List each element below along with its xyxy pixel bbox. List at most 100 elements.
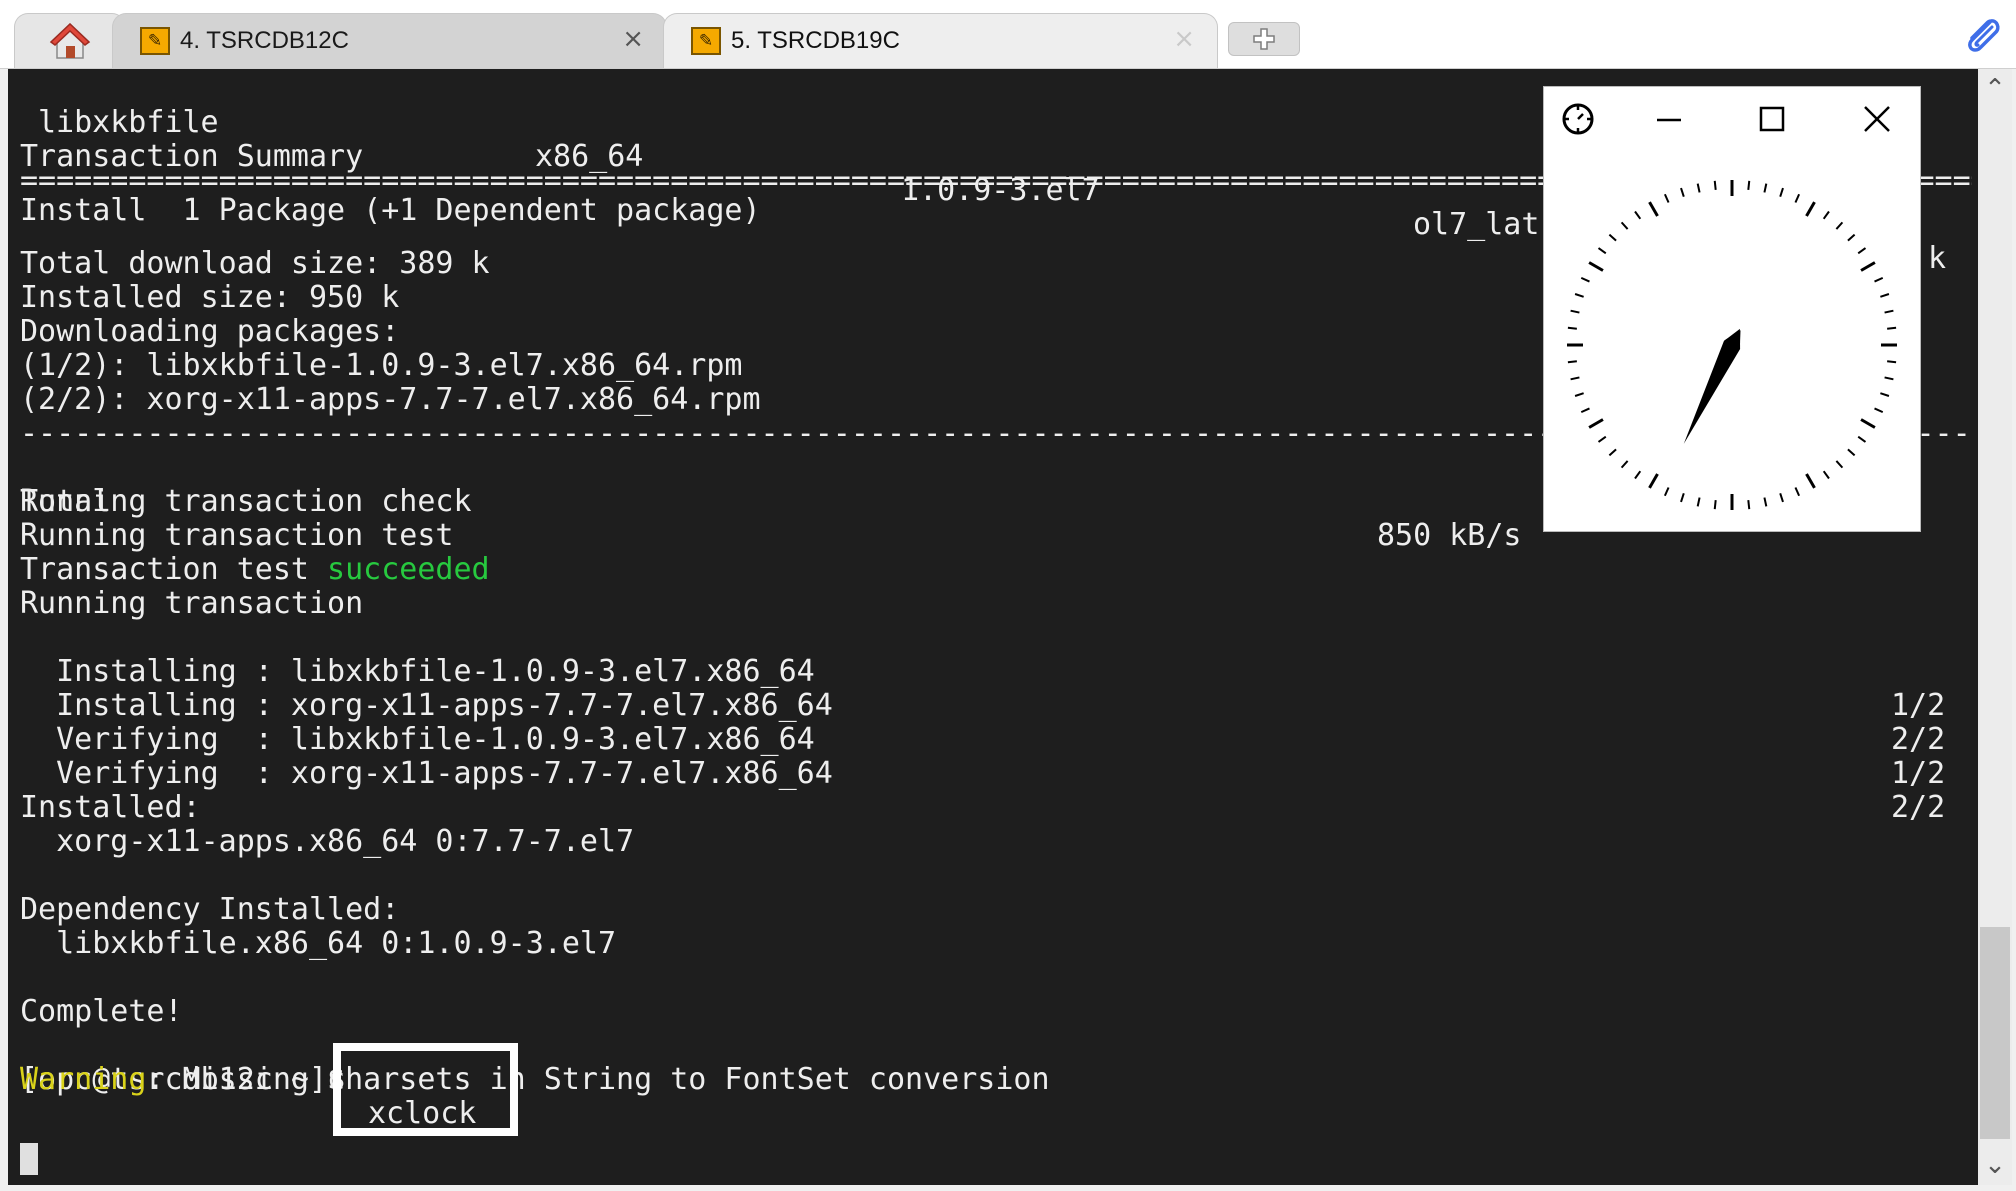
clock-tick bbox=[1580, 407, 1590, 414]
close-icon[interactable] bbox=[1855, 97, 1899, 141]
clock-tick bbox=[1680, 187, 1685, 197]
clock-tick bbox=[1794, 193, 1801, 203]
transaction-step: Installing : libxkbfile-1.0.9-3.el7.x86_… bbox=[8, 621, 1978, 723]
clock-tick bbox=[1663, 193, 1670, 203]
clock-tick bbox=[1648, 201, 1659, 217]
command-line: [opc@tsrcdb12c ~]$ xclock bbox=[8, 1029, 1978, 1131]
clock-tick bbox=[1884, 376, 1894, 381]
close-tab-icon[interactable]: × bbox=[622, 25, 644, 53]
xclock-app-icon[interactable] bbox=[1556, 97, 1600, 141]
clock-tick bbox=[1857, 435, 1867, 443]
clock-tick bbox=[1887, 360, 1897, 364]
home-tab[interactable] bbox=[14, 13, 126, 68]
clock-tick bbox=[1847, 233, 1856, 242]
clock-tick bbox=[1634, 210, 1642, 220]
dependency-package: libxkbfile.x86_64 0:1.0.9-3.el7 bbox=[20, 926, 617, 961]
clock-tick bbox=[1570, 376, 1580, 381]
clock-tick bbox=[1567, 360, 1577, 364]
clock-minute-hand bbox=[1683, 328, 1741, 444]
clock-tick bbox=[1835, 460, 1844, 469]
xclock-window[interactable] bbox=[1543, 86, 1921, 532]
clock-tick bbox=[1874, 407, 1884, 414]
clock-tick bbox=[1747, 180, 1751, 190]
clock-tick bbox=[1620, 221, 1629, 230]
clock-tick bbox=[1570, 309, 1580, 314]
clock-tick bbox=[1713, 500, 1717, 510]
warning-line: Warning: Missing charsets in String to F… bbox=[20, 1063, 1050, 1097]
transaction-step: Installing : xorg-x11-apps-7.7-7.el7.x86… bbox=[8, 655, 1978, 757]
clock-tick bbox=[1880, 293, 1890, 298]
total-download-size: Total download size: 389 k bbox=[20, 246, 490, 281]
scrollbar-thumb[interactable] bbox=[1980, 927, 2010, 1139]
transaction-step: Verifying : libxkbfile-1.0.9-3.el7.x86_6… bbox=[8, 689, 1978, 791]
vertical-scrollbar[interactable]: ⌃ ⌄ bbox=[1978, 69, 2012, 1185]
test-status: succeeded bbox=[327, 552, 490, 587]
minimize-icon[interactable] bbox=[1647, 97, 1691, 141]
dependency-heading: Dependency Installed: bbox=[20, 892, 400, 927]
running-check: Running transaction check bbox=[20, 484, 472, 519]
plus-icon bbox=[1253, 28, 1275, 50]
clock-tick bbox=[1597, 247, 1607, 255]
paperclip-icon[interactable] bbox=[1960, 14, 2004, 58]
clock-tick bbox=[1567, 326, 1577, 330]
clock-tick bbox=[1860, 261, 1876, 272]
tab-tsrcdb19c[interactable]: ✎ 5. TSRCDB19C × bbox=[663, 13, 1218, 68]
warning-message: : Missing charsets in String to FontSet … bbox=[146, 1062, 1050, 1097]
clock-tick bbox=[1620, 460, 1629, 469]
test-result-line: Transaction test succeeded bbox=[20, 553, 490, 587]
clock-tick bbox=[1663, 487, 1670, 497]
clock-tick bbox=[1588, 418, 1604, 429]
step-action: Verifying : xorg-x11-apps-7.7-7.el7.x86_… bbox=[20, 756, 833, 791]
clock-tick bbox=[1835, 221, 1844, 230]
terminal-cursor bbox=[20, 1143, 38, 1175]
clock-tick bbox=[1696, 183, 1701, 193]
clock-tick bbox=[1887, 326, 1897, 330]
clock-tick bbox=[1696, 497, 1701, 507]
home-icon bbox=[49, 22, 91, 59]
clock-tick bbox=[1574, 293, 1584, 298]
clock-tick bbox=[1634, 470, 1642, 480]
clock-tick bbox=[1580, 276, 1590, 283]
clock-tick bbox=[1574, 392, 1584, 397]
clock-tick bbox=[1763, 183, 1768, 193]
clock-tick bbox=[1713, 180, 1717, 190]
clock-tick bbox=[1588, 261, 1604, 272]
analog-clock-face bbox=[1567, 180, 1897, 510]
installed-package: xorg-x11-apps.x86_64 0:7.7-7.el7 bbox=[20, 824, 635, 859]
transaction-step: Verifying : xorg-x11-apps-7.7-7.el7.x86_… bbox=[8, 723, 1978, 825]
tab-bar: ✎ 4. TSRCDB12C × ✎ 5. TSRCDB19C × bbox=[0, 0, 2016, 69]
running-test: Running transaction test bbox=[20, 518, 454, 553]
tab-label: 5. TSRCDB19C bbox=[731, 27, 900, 54]
clock-tick bbox=[1847, 448, 1856, 457]
package-size: k bbox=[1928, 241, 1947, 276]
maximize-icon[interactable] bbox=[1750, 97, 1794, 141]
clock-tick bbox=[1648, 473, 1659, 489]
clock-tick bbox=[1779, 187, 1784, 197]
clock-tick bbox=[1857, 247, 1867, 255]
install-summary: Install 1 Package (+1 Dependent package) bbox=[20, 193, 761, 228]
total-speed: 850 kB/s bbox=[1377, 518, 1522, 553]
clock-tick bbox=[1805, 201, 1816, 217]
clock-tick bbox=[1680, 493, 1685, 503]
new-tab-button[interactable] bbox=[1228, 22, 1300, 56]
scroll-up-icon[interactable]: ⌃ bbox=[1978, 69, 2012, 109]
clock-tick bbox=[1747, 500, 1751, 510]
clock-tick bbox=[1884, 309, 1894, 314]
installed-heading: Installed: bbox=[20, 790, 201, 825]
download-line: (1/2): libxkbfile-1.0.9-3.el7.x86_64.rpm bbox=[20, 348, 743, 383]
xclock-titlebar[interactable] bbox=[1544, 87, 1920, 151]
downloading-packages: Downloading packages: bbox=[20, 314, 400, 349]
clock-tick bbox=[1608, 233, 1617, 242]
clock-tick bbox=[1805, 473, 1816, 489]
close-tab-icon[interactable]: × bbox=[1173, 25, 1195, 53]
installed-size: Installed size: 950 k bbox=[20, 280, 400, 315]
test-result-prefix: Transaction test bbox=[20, 552, 328, 587]
scroll-down-icon[interactable]: ⌄ bbox=[1978, 1145, 2012, 1185]
step-progress: 1/2 bbox=[1891, 756, 1946, 791]
clock-tick bbox=[1822, 470, 1830, 480]
clock-tick bbox=[1874, 276, 1884, 283]
clock-tick bbox=[1779, 493, 1784, 503]
clock-tick bbox=[1597, 435, 1607, 443]
terminal-session-icon: ✎ bbox=[691, 27, 721, 55]
tab-tsrcdb12c[interactable]: ✎ 4. TSRCDB12C × bbox=[112, 13, 667, 68]
